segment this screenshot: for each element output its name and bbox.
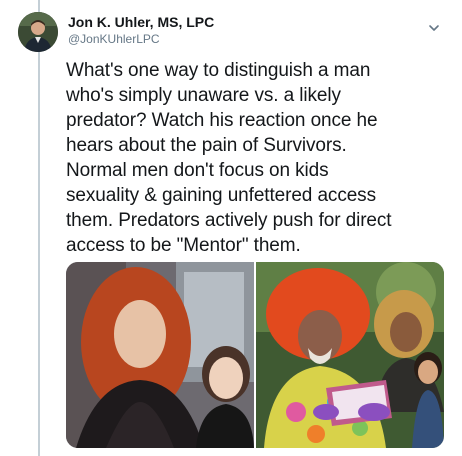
author-block: Jon K. Uhler, MS, LPC @JonKUhlerLPC	[68, 14, 214, 46]
avatar[interactable]	[18, 12, 58, 52]
media-grid[interactable]	[66, 262, 444, 448]
author-name[interactable]: Jon K. Uhler, MS, LPC	[68, 14, 214, 30]
photo-right[interactable]	[256, 262, 444, 448]
chevron-down-icon[interactable]	[424, 18, 444, 38]
tweet-text: What's one way to distinguish a man who'…	[66, 60, 392, 256]
author-handle[interactable]: @JonKUhlerLPC	[68, 32, 214, 46]
thread-line	[38, 0, 40, 456]
photo-left[interactable]	[66, 262, 254, 448]
